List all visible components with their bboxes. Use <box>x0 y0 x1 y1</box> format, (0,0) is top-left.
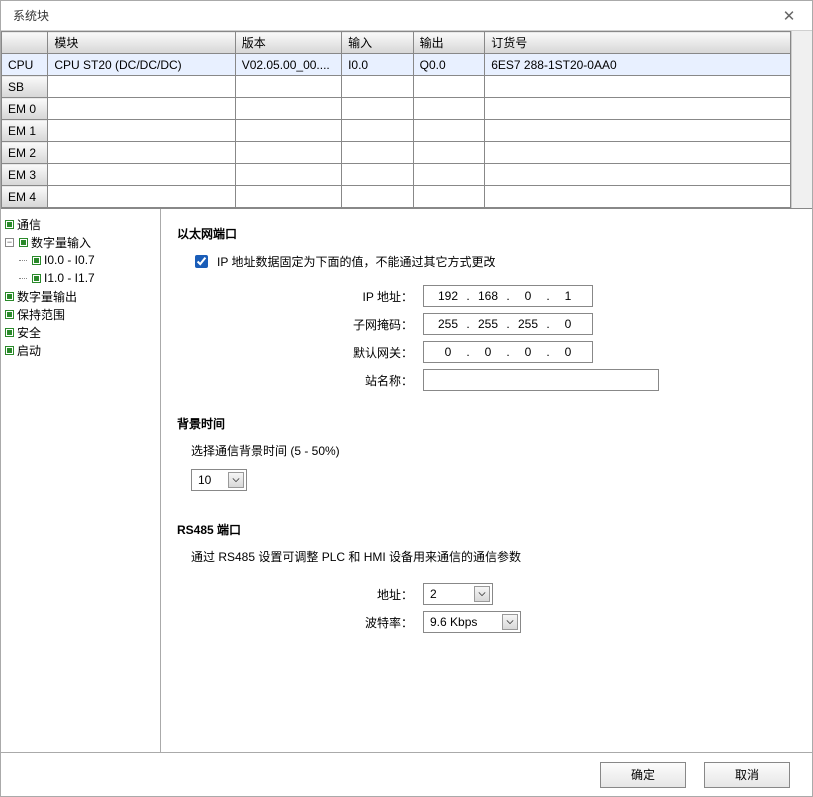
tree-label: 通信 <box>17 216 41 233</box>
station-name-input[interactable] <box>423 369 659 391</box>
rs485-baud-value: 9.6 Kbps <box>430 615 477 629</box>
ip-address-input[interactable]: 192. 168. 0. 1 <box>423 285 593 307</box>
table-row[interactable]: EM 1 <box>2 120 791 142</box>
cell-module[interactable]: CPU ST20 (DC/DC/DC) <box>48 54 235 76</box>
row-slot: EM 2 <box>2 142 48 164</box>
rs485-baud-label: 波特率： <box>267 614 423 631</box>
module-table[interactable]: 模块 版本 输入 输出 订货号 CPU CPU ST20 (DC/DC/DC) … <box>1 31 791 208</box>
table-header-row: 模块 版本 输入 输出 订货号 <box>2 32 791 54</box>
minus-icon[interactable]: − <box>5 238 14 247</box>
header-blank <box>2 32 48 54</box>
ip-fixed-checkbox[interactable] <box>195 255 208 268</box>
tree-node-din0[interactable]: I0.0 - I0.7 <box>5 251 156 269</box>
content-panel: 以太网端口 IP 地址数据固定为下面的值，不能通过其它方式更改 IP 地址： 1… <box>161 209 812 752</box>
table-row[interactable]: CPU CPU ST20 (DC/DC/DC) V02.05.00_00....… <box>2 54 791 76</box>
gateway-input[interactable]: 0. 0. 0. 0 <box>423 341 593 363</box>
ok-button[interactable]: 确定 <box>600 762 686 788</box>
station-name-label: 站名称： <box>267 372 423 389</box>
square-icon <box>5 328 14 337</box>
tree-label: 数字量输出 <box>17 288 77 305</box>
tree-node-security[interactable]: 安全 <box>5 323 156 341</box>
cell-order[interactable]: 6ES7 288-1ST20-0AA0 <box>485 54 790 76</box>
close-icon[interactable]: ✕ <box>774 7 804 25</box>
tree-node-din1[interactable]: I1.0 - I1.7 <box>5 269 156 287</box>
ip-address-label: IP 地址： <box>267 288 423 305</box>
table-row[interactable]: EM 0 <box>2 98 791 120</box>
tree-node-retain[interactable]: 保持范围 <box>5 305 156 323</box>
table-row[interactable]: EM 4 <box>2 186 791 208</box>
subnet-label: 子网掩码： <box>267 316 423 333</box>
system-block-dialog: 系统块 ✕ 模块 版本 输入 输出 订货号 CPU CPU ST20 (DC/D… <box>0 0 813 797</box>
square-icon <box>5 346 14 355</box>
bgtime-label: 选择通信背景时间 (5 - 50%) <box>191 442 796 459</box>
square-icon <box>5 220 14 229</box>
chevron-down-icon[interactable] <box>228 472 244 488</box>
row-slot: SB <box>2 76 48 98</box>
square-icon <box>5 292 14 301</box>
module-table-area: 模块 版本 输入 输出 订货号 CPU CPU ST20 (DC/DC/DC) … <box>1 31 812 209</box>
row-slot: EM 3 <box>2 164 48 186</box>
tree-label: 启动 <box>17 342 41 359</box>
dotted-connector-icon <box>19 253 29 267</box>
row-slot: CPU <box>2 54 48 76</box>
header-module[interactable]: 模块 <box>48 32 235 54</box>
rs485-title: RS485 端口 <box>177 521 796 538</box>
body-area: 通信 −数字量输入 I0.0 - I0.7 I1.0 - I1.7 数字量输出 … <box>1 209 812 752</box>
dialog-footer: 确定 取消 <box>1 752 812 796</box>
tree-label: 数字量输入 <box>31 234 91 251</box>
bgtime-title: 背景时间 <box>177 415 796 432</box>
dialog-title: 系统块 <box>9 7 774 24</box>
row-slot: EM 0 <box>2 98 48 120</box>
subnet-input[interactable]: 255. 255. 255. 0 <box>423 313 593 335</box>
tree-label: 安全 <box>17 324 41 341</box>
header-version[interactable]: 版本 <box>235 32 341 54</box>
table-row[interactable]: EM 2 <box>2 142 791 164</box>
rs485-address-label: 地址： <box>267 586 423 603</box>
cell-output[interactable]: Q0.0 <box>413 54 485 76</box>
rs485-address-combo[interactable]: 2 <box>423 583 493 605</box>
chevron-down-icon[interactable] <box>474 586 490 602</box>
rs485-desc: 通过 RS485 设置可调整 PLC 和 HMI 设备用来通信的通信参数 <box>191 548 796 565</box>
header-input[interactable]: 输入 <box>342 32 414 54</box>
square-icon <box>32 274 41 283</box>
table-scrollbar[interactable] <box>791 31 812 208</box>
ethernet-title: 以太网端口 <box>177 225 796 242</box>
table-row[interactable]: EM 3 <box>2 164 791 186</box>
ip-fixed-checkbox-row[interactable]: IP 地址数据固定为下面的值，不能通过其它方式更改 <box>191 252 796 271</box>
ip-fixed-label: IP 地址数据固定为下面的值，不能通过其它方式更改 <box>217 253 495 270</box>
table-row[interactable]: SB <box>2 76 791 98</box>
tree-node-comm[interactable]: 通信 <box>5 215 156 233</box>
square-icon <box>19 238 28 247</box>
dotted-connector-icon <box>19 271 29 285</box>
square-icon <box>5 310 14 319</box>
header-order[interactable]: 订货号 <box>485 32 790 54</box>
gateway-label: 默认网关： <box>267 344 423 361</box>
chevron-down-icon[interactable] <box>502 614 518 630</box>
cancel-button[interactable]: 取消 <box>704 762 790 788</box>
rs485-address-value: 2 <box>430 587 437 601</box>
row-slot: EM 1 <box>2 120 48 142</box>
cell-version[interactable]: V02.05.00_00.... <box>235 54 341 76</box>
tree-node-din[interactable]: − 数字量输入 <box>5 233 156 251</box>
tree-label: I1.0 - I1.7 <box>44 271 95 285</box>
bgtime-combo[interactable]: 10 <box>191 469 247 491</box>
tree-label: 保持范围 <box>17 306 65 323</box>
square-icon <box>32 256 41 265</box>
tree-label: I0.0 - I0.7 <box>44 253 95 267</box>
bgtime-value: 10 <box>198 473 211 487</box>
titlebar: 系统块 ✕ <box>1 1 812 31</box>
row-slot: EM 4 <box>2 186 48 208</box>
tree-node-dout[interactable]: 数字量输出 <box>5 287 156 305</box>
nav-tree[interactable]: 通信 −数字量输入 I0.0 - I0.7 I1.0 - I1.7 数字量输出 … <box>1 209 161 752</box>
cell-input[interactable]: I0.0 <box>342 54 414 76</box>
tree-node-startup[interactable]: 启动 <box>5 341 156 359</box>
header-output[interactable]: 输出 <box>413 32 485 54</box>
rs485-baud-combo[interactable]: 9.6 Kbps <box>423 611 521 633</box>
